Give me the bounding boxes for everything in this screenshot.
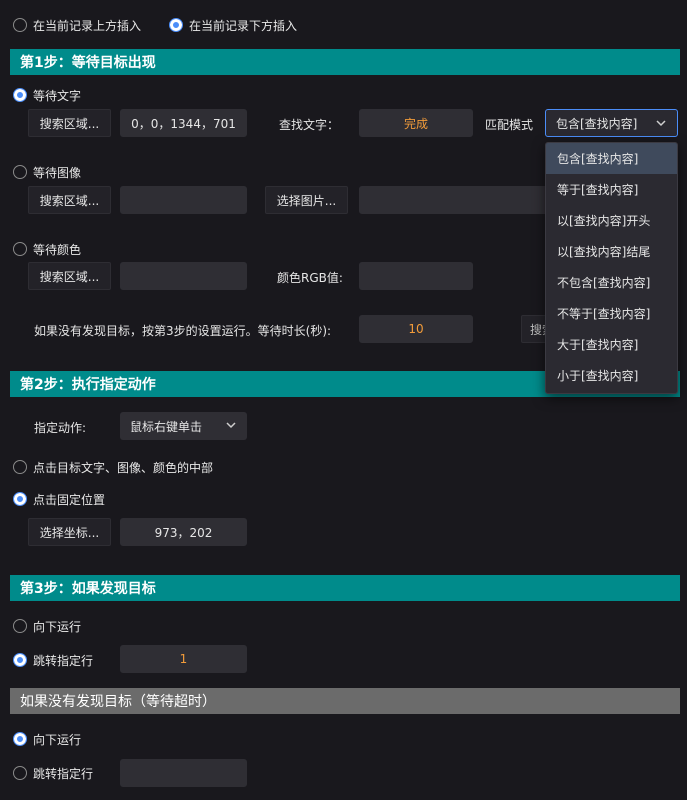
match-option[interactable]: 大于[查找内容] (546, 329, 677, 360)
step3-header: 第3步：如果发现目标 (10, 575, 680, 601)
timeout-header: 如果没有发现目标（等待超时） (10, 688, 680, 714)
image-search-area-field[interactable] (120, 186, 247, 214)
partial-search-button[interactable]: 搜索 (521, 315, 547, 343)
click-fixed-label: 点击固定位置 (33, 492, 106, 507)
find-text-field[interactable]: 完成 (359, 109, 473, 137)
found-run-down-label: 向下运行 (33, 619, 82, 634)
action-value: 鼠标右键单击 (130, 419, 203, 434)
click-fixed-radio[interactable] (13, 492, 27, 506)
match-option[interactable]: 包含[查找内容] (546, 143, 677, 174)
find-text-label: 查找文字： (279, 118, 340, 132)
wait-text-option[interactable]: 等待文字 (13, 87, 81, 103)
text-search-area-button[interactable]: 搜索区域... (28, 109, 111, 137)
match-mode-value: 包含[查找内容] (556, 116, 638, 131)
coord-field[interactable]: 973，202 (120, 518, 247, 546)
chevron-down-icon (226, 422, 236, 429)
rgb-field[interactable] (359, 262, 473, 290)
wait-image-label: 等待图像 (33, 165, 82, 180)
timeout-description: 如果没有发现目标，按第3步的设置运行。等待时长(秒): (34, 324, 332, 338)
match-mode-label: 匹配模式 (485, 118, 534, 132)
image-path-field[interactable] (359, 186, 549, 214)
match-option[interactable]: 不等于[查找内容] (546, 298, 677, 329)
step1-header: 第1步：等待目标出现 (10, 49, 680, 75)
wait-image-radio[interactable] (13, 165, 27, 179)
insert-below-radio[interactable] (169, 18, 183, 32)
found-jump-radio[interactable] (13, 653, 27, 667)
found-jump-label: 跳转指定行 (33, 653, 94, 668)
timeout-jump-label: 跳转指定行 (33, 766, 94, 781)
color-search-area-button[interactable]: 搜索区域... (28, 262, 111, 290)
timeout-run-down-radio[interactable] (13, 732, 27, 746)
wait-color-option[interactable]: 等待颜色 (13, 241, 81, 257)
select-coord-button[interactable]: 选择坐标... (28, 518, 111, 546)
wait-image-option[interactable]: 等待图像 (13, 164, 81, 180)
chevron-down-icon (656, 120, 666, 127)
click-center-option[interactable]: 点击目标文字、图像、颜色的中部 (13, 459, 213, 475)
found-jump-line-field[interactable]: 1 (120, 645, 247, 673)
match-mode-select[interactable]: 包含[查找内容] (545, 109, 678, 137)
insert-below-option[interactable]: 在当前记录下方插入 (169, 17, 297, 33)
found-run-down-option[interactable]: 向下运行 (13, 618, 81, 634)
click-center-radio[interactable] (13, 460, 27, 474)
timeout-jump-radio[interactable] (13, 766, 27, 780)
insert-above-label: 在当前记录上方插入 (33, 18, 142, 33)
click-fixed-option[interactable]: 点击固定位置 (13, 491, 105, 507)
timeout-jump-line-field[interactable] (120, 759, 247, 787)
timeout-run-down-option[interactable]: 向下运行 (13, 731, 81, 747)
timeout-jump-option[interactable]: 跳转指定行 (13, 765, 93, 781)
match-option[interactable]: 不包含[查找内容] (546, 267, 677, 298)
text-search-area-field[interactable]: 0，0，1344，701 (120, 109, 247, 137)
wait-text-label: 等待文字 (33, 88, 82, 103)
action-label: 指定动作: (34, 421, 87, 435)
match-option[interactable]: 以[查找内容]结尾 (546, 236, 677, 267)
wait-text-radio[interactable] (13, 88, 27, 102)
insert-above-option[interactable]: 在当前记录上方插入 (13, 17, 141, 33)
insert-above-radio[interactable] (13, 18, 27, 32)
insert-below-label: 在当前记录下方插入 (189, 18, 298, 33)
click-center-label: 点击目标文字、图像、颜色的中部 (33, 460, 214, 475)
found-jump-option[interactable]: 跳转指定行 (13, 652, 93, 668)
match-option[interactable]: 以[查找内容]开头 (546, 205, 677, 236)
rgb-label: 颜色RGB值: (277, 271, 343, 285)
timeout-seconds-field[interactable]: 10 (359, 315, 473, 343)
match-mode-dropdown: 包含[查找内容] 等于[查找内容] 以[查找内容]开头 以[查找内容]结尾 不包… (545, 142, 678, 394)
timeout-run-down-label: 向下运行 (33, 732, 82, 747)
select-image-button[interactable]: 选择图片... (265, 186, 348, 214)
color-search-area-field[interactable] (120, 262, 247, 290)
action-select[interactable]: 鼠标右键单击 (120, 412, 247, 440)
wait-color-label: 等待颜色 (33, 242, 82, 257)
image-search-area-button[interactable]: 搜索区域... (28, 186, 111, 214)
match-option[interactable]: 等于[查找内容] (546, 174, 677, 205)
wait-color-radio[interactable] (13, 242, 27, 256)
match-option[interactable]: 小于[查找内容] (546, 360, 677, 391)
found-run-down-radio[interactable] (13, 619, 27, 633)
